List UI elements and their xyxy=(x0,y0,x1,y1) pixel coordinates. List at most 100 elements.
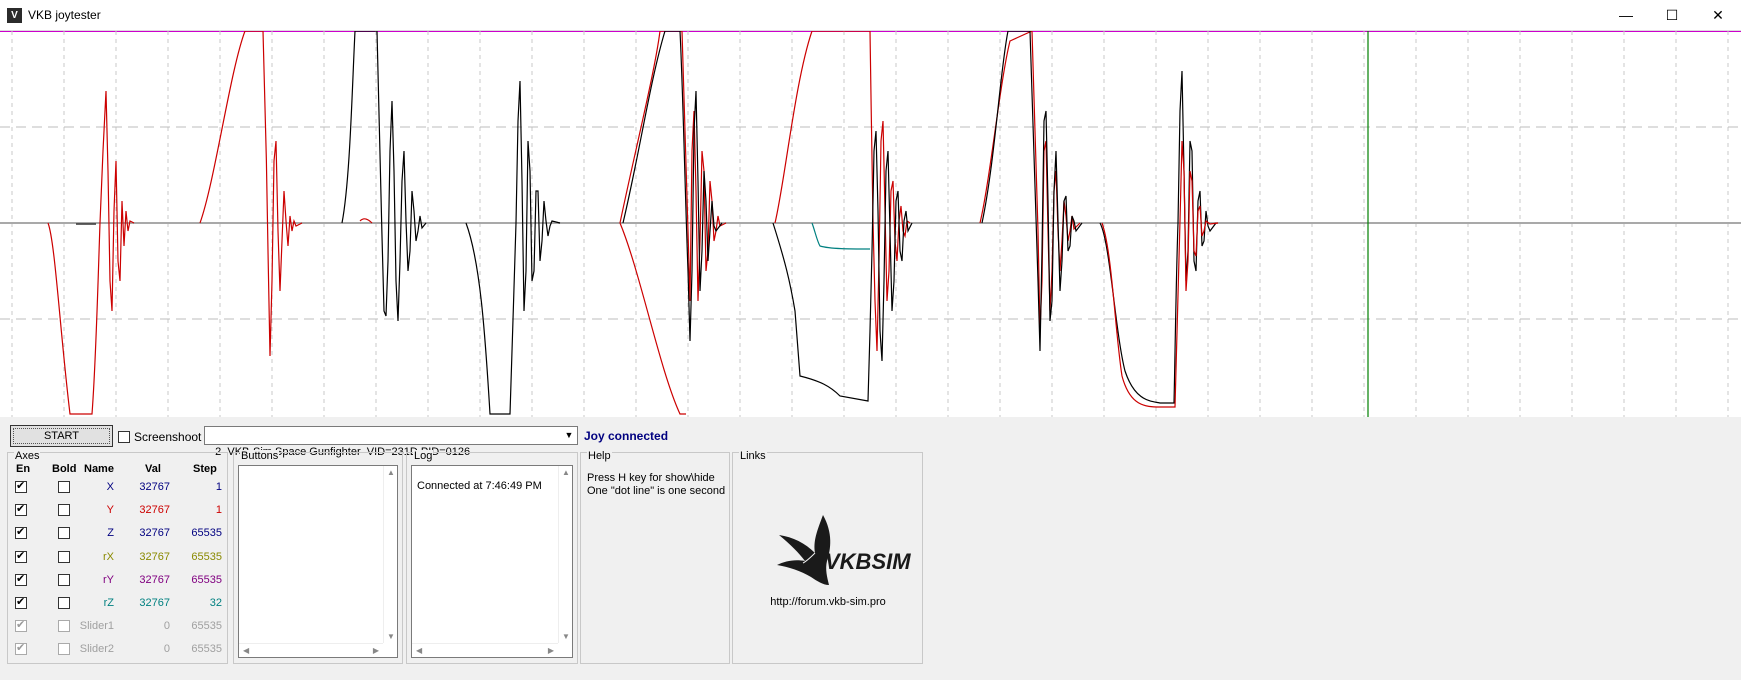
axis-bold-checkbox[interactable] xyxy=(58,597,70,609)
axis-name: Y xyxy=(106,504,114,517)
buttons-list[interactable]: ▲ ▼ ◀ ▶ xyxy=(238,465,398,658)
trace-y-1 xyxy=(47,90,135,415)
trace-x-3 xyxy=(341,30,427,322)
axis-step: 1 xyxy=(215,504,222,517)
axis-enable-checkbox[interactable] xyxy=(15,502,27,517)
axis-name: Z xyxy=(107,527,114,540)
axis-step: 65535 xyxy=(191,620,222,633)
axis-row: Y 32767 1 xyxy=(0,498,230,521)
axis-bold-checkbox[interactable] xyxy=(58,620,70,633)
buttons-vertical-scrollbar[interactable]: ▲ ▼ xyxy=(383,466,397,643)
forum-link[interactable]: http://forum.vkb-sim.pro xyxy=(733,596,923,608)
axis-enable-checkbox[interactable] xyxy=(15,549,27,563)
axis-step: 65535 xyxy=(191,643,222,656)
axis-name: rZ xyxy=(103,597,114,609)
scroll-right-icon[interactable]: ▶ xyxy=(373,646,379,655)
plot-canvas xyxy=(0,30,1741,417)
axis-value: 32767 xyxy=(139,504,170,517)
axis-value: 32767 xyxy=(139,573,170,586)
axis-row: rX 32767 65535 xyxy=(0,545,230,568)
log-vertical-scrollbar[interactable]: ▲ ▼ xyxy=(558,466,572,643)
axis-step: 65535 xyxy=(191,573,222,586)
trace-y-2 xyxy=(199,30,303,357)
axis-row: Slider2 0 65535 xyxy=(0,637,230,660)
start-button[interactable]: START xyxy=(10,425,113,447)
trace-rz-6 xyxy=(811,222,871,250)
buttons-group-title: Buttons xyxy=(240,450,280,462)
axes-header-bold: Bold xyxy=(52,463,77,475)
axes-group-title: Axes xyxy=(14,450,41,462)
trace-y-6 xyxy=(774,30,911,352)
window-title: VKB joytester xyxy=(28,8,101,22)
axis-name: Slider1 xyxy=(79,620,114,633)
log-group: Log Connected at 7:46:49 PM ▲ ▼ ◀ ▶ xyxy=(406,450,578,664)
scroll-left-icon[interactable]: ◀ xyxy=(416,646,422,655)
scroll-down-icon[interactable]: ▼ xyxy=(562,632,570,641)
maximize-button[interactable]: ☐ xyxy=(1649,0,1695,31)
scroll-right-icon[interactable]: ▶ xyxy=(548,646,554,655)
axis-enable-checkbox[interactable] xyxy=(15,525,27,540)
axes-header-val: Val xyxy=(145,463,161,475)
help-text: Press H key for show\hide One "dot line"… xyxy=(587,472,725,498)
vkb-app-icon: V xyxy=(7,8,22,23)
axis-enable-checkbox[interactable] xyxy=(15,641,27,656)
screenshot-label: Screenshoot xyxy=(134,430,202,444)
axis-row: X 32767 1 xyxy=(0,475,230,498)
axis-bold-checkbox[interactable] xyxy=(58,504,70,517)
axis-row: Slider1 0 65535 xyxy=(0,614,230,637)
axis-bold-checkbox[interactable] xyxy=(58,527,70,540)
help-line: One "dot line" is one second xyxy=(587,485,726,497)
links-group-title: Links xyxy=(739,450,767,462)
minimize-button[interactable]: — xyxy=(1603,0,1649,31)
axis-name: rX xyxy=(103,550,114,563)
axes-header-name: Name xyxy=(84,463,114,475)
axis-row: rY 32767 65535 xyxy=(0,568,230,591)
vkb-sim-logo: VKBSIM xyxy=(765,513,911,588)
axis-bold-checkbox[interactable] xyxy=(58,573,70,586)
axis-enable-checkbox[interactable] xyxy=(15,595,27,609)
buttons-horizontal-scrollbar[interactable]: ◀ ▶ xyxy=(239,643,383,657)
help-group-title: Help xyxy=(587,450,612,462)
axis-value: 32767 xyxy=(139,597,170,609)
axis-value: 32767 xyxy=(139,550,170,563)
axis-enable-checkbox[interactable] xyxy=(15,479,27,493)
axis-row: rZ 32767 32 xyxy=(0,591,230,614)
log-group-title: Log xyxy=(413,450,434,462)
log-list[interactable]: Connected at 7:46:49 PM ▲ ▼ ◀ ▶ xyxy=(411,465,573,658)
trace-x-8 xyxy=(1099,70,1217,404)
axes-header-en: En xyxy=(16,463,31,475)
scroll-up-icon[interactable]: ▲ xyxy=(562,468,570,477)
axis-bold-checkbox[interactable] xyxy=(58,481,70,493)
axis-bold-checkbox[interactable] xyxy=(58,550,70,563)
axis-name: Slider2 xyxy=(79,643,114,656)
axis-value: 32767 xyxy=(139,527,170,540)
axis-row: Z 32767 65535 xyxy=(0,521,230,544)
axis-step: 65535 xyxy=(191,527,222,540)
trace-x-5 xyxy=(622,30,723,342)
axis-step: 1 xyxy=(215,481,222,493)
chevron-down-icon[interactable]: ▼ xyxy=(561,427,577,444)
axis-step: 65535 xyxy=(191,550,222,563)
device-select[interactable]: 2 VKB-Sim Space Gunfighter VID=231D PID=… xyxy=(204,426,578,458)
axis-bold-checkbox[interactable] xyxy=(58,643,70,656)
title-bar: V VKB joytester — ☐ ✕ xyxy=(0,0,1741,31)
axes-header-step: Step xyxy=(193,463,217,475)
axis-step: 32 xyxy=(209,597,222,609)
log-horizontal-scrollbar[interactable]: ◀ ▶ xyxy=(412,643,558,657)
trace-x-6 xyxy=(772,130,913,402)
axis-value: 32767 xyxy=(139,481,170,493)
buttons-group: Buttons ▲ ▼ ◀ ▶ xyxy=(233,450,403,664)
signal-plot xyxy=(0,30,1741,417)
connection-status: Joy connected xyxy=(584,429,669,443)
help-line: Press H key for show\hide xyxy=(587,472,715,484)
scroll-up-icon[interactable]: ▲ xyxy=(387,468,395,477)
axis-enable-checkbox[interactable] xyxy=(15,572,27,586)
scroll-down-icon[interactable]: ▼ xyxy=(387,632,395,641)
scroll-left-icon[interactable]: ◀ xyxy=(243,646,249,655)
axis-enable-checkbox[interactable] xyxy=(15,618,27,633)
trace-y-7 xyxy=(979,30,1081,332)
screenshot-checkbox[interactable] xyxy=(118,431,130,443)
axis-name: X xyxy=(106,481,114,493)
log-entry: Connected at 7:46:49 PM xyxy=(417,480,542,492)
close-button[interactable]: ✕ xyxy=(1695,0,1741,31)
